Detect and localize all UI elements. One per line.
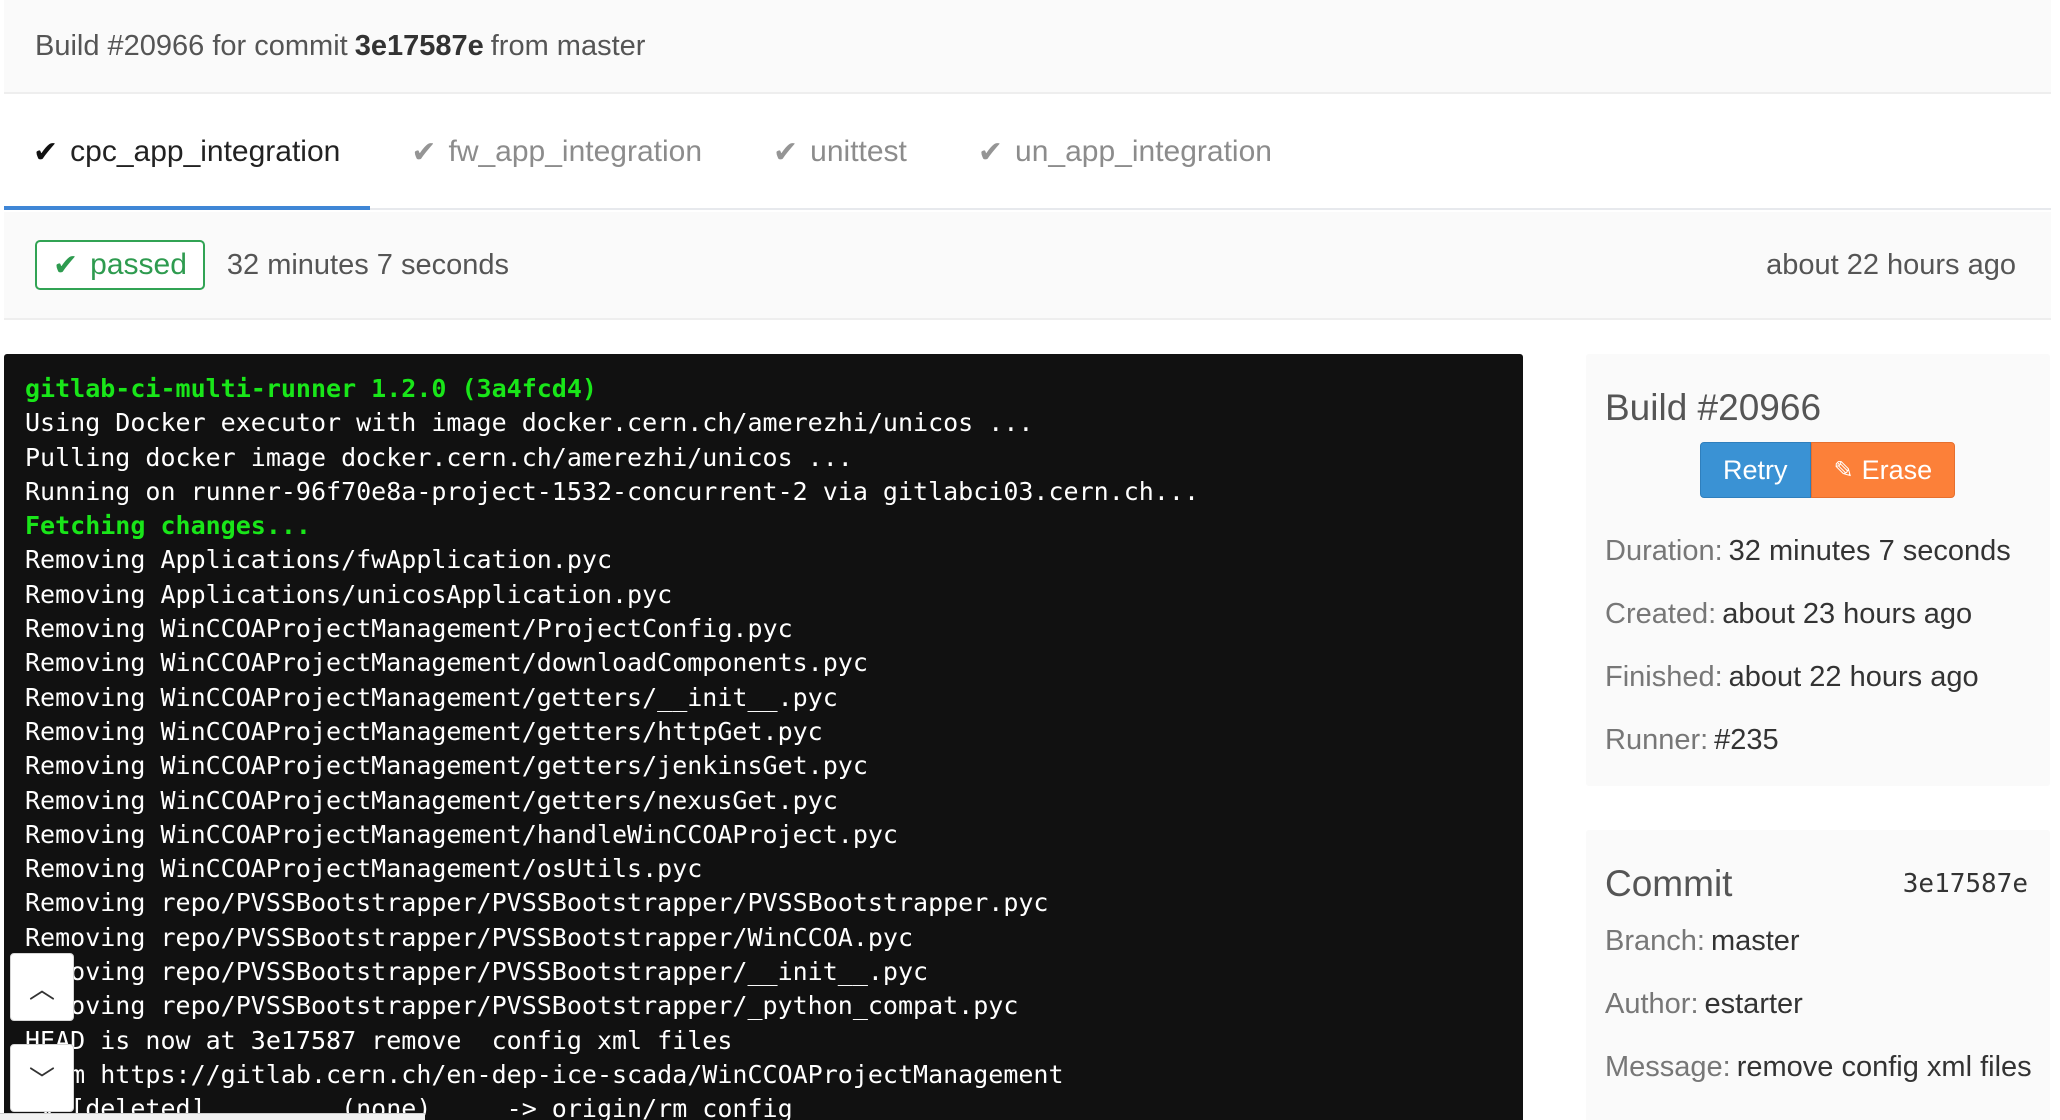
build-header-suffix: from master (490, 29, 646, 62)
terminal-line: gitlab-ci-multi-runner 1.2.0 (3a4fcd4) (25, 374, 597, 403)
build-header-prefix: Build #20966 for commit (35, 29, 348, 62)
info-label: Author: (1605, 988, 1699, 1020)
terminal-line: Pulling docker image docker.cern.ch/amer… (25, 442, 853, 472)
retry-button[interactable]: Retry (1700, 442, 1811, 498)
terminal-line: Removing WinCCOAProjectManagement/getter… (25, 682, 838, 712)
terminal-line: Removing WinCCOAProjectManagement/handle… (25, 819, 898, 849)
check-icon: ✔ (411, 135, 437, 169)
tab-label: fw_app_integration (448, 135, 703, 168)
terminal-line: Removing Applications/fwApplication.pyc (25, 545, 612, 575)
build-page: Build #20966 for commit 3e17587e from ma… (0, 0, 2060, 1120)
commit-title: Commit (1605, 863, 1733, 904)
terminal-line: Removing WinCCOAProjectManagement/getter… (25, 716, 823, 746)
tab-label: un_app_integration (1015, 135, 1272, 168)
info-value: remove config xml files (1736, 1051, 2032, 1083)
info-label: Duration: (1605, 535, 1723, 567)
check-icon: ✔ (977, 135, 1004, 169)
terminal-line: Removing repo/PVSSBootstrapper/PVSSBoots… (25, 888, 1049, 918)
info-finished: Finished: about 22 hours ago (1605, 646, 2050, 709)
scroll-down-button[interactable]: ﹀ (10, 1044, 74, 1112)
tab-label: cpc_app_integration (70, 135, 341, 168)
info-branch: Branch: master (1605, 910, 2050, 973)
check-icon: ✔ (53, 248, 79, 282)
terminal-line: Removing WinCCOAProjectManagement/osUtil… (25, 854, 703, 884)
build-time-ago: about 22 hours ago (1766, 248, 2016, 281)
build-info-panel: Build #20966 Retry ✎ Erase Duration: 32 … (1586, 354, 2050, 786)
info-created: Created: about 23 hours ago (1605, 583, 2050, 646)
terminal-line: Running on runner-96f70e8a-project-1532-… (25, 476, 1199, 506)
terminal-line: Removing repo/PVSSBootstrapper/PVSSBoots… (25, 957, 929, 987)
tab-fw-app-integration[interactable]: ✔ fw_app_integration (382, 96, 732, 208)
erase-button[interactable]: ✎ Erase (1810, 442, 1956, 498)
status-badge-label: passed (90, 248, 187, 281)
commit-sha-link[interactable]: 3e17587e (1903, 869, 2028, 899)
terminal-line: From https://gitlab.cern.ch/en-dep-ice-s… (25, 1059, 1064, 1089)
status-badge: ✔ passed (35, 240, 205, 290)
status-bar: ✔ passed 32 minutes 7 seconds about 22 h… (4, 212, 2051, 320)
info-label: Finished: (1605, 661, 1723, 693)
tab-label: unittest (810, 135, 907, 168)
scroll-up-button[interactable]: ︿ (10, 953, 74, 1021)
info-label: Created: (1605, 598, 1717, 630)
info-message: Message: remove config xml files (1605, 1036, 2050, 1099)
eraser-icon: ✎ (1833, 456, 1854, 484)
info-value: about 23 hours ago (1722, 598, 1973, 630)
terminal-line: Removing WinCCOAProjectManagement/downlo… (25, 648, 868, 678)
info-value: master (1710, 925, 1800, 957)
build-duration: 32 minutes 7 seconds (226, 248, 510, 281)
tab-cpc-app-integration[interactable]: ✔ cpc_app_integration (4, 96, 371, 210)
commit-header: Commit 3e17587e (1605, 858, 2050, 910)
info-value: estarter (1704, 988, 1803, 1020)
terminal-line: HEAD is now at 3e17587 remove config xml… (25, 1025, 733, 1055)
runner-link[interactable]: #235 (1714, 724, 1779, 757)
tab-unittest[interactable]: ✔ unittest (744, 96, 937, 208)
terminal-line: Removing repo/PVSSBootstrapper/PVSSBoots… (25, 922, 914, 952)
chevron-up-icon: ︿ (28, 973, 55, 1004)
status-url-hint (0, 1113, 425, 1120)
tab-un-app-integration[interactable]: ✔ un_app_integration (949, 96, 1302, 208)
info-label: Branch: (1605, 925, 1705, 957)
info-label: Runner: (1605, 724, 1709, 756)
build-trace-terminal[interactable]: gitlab-ci-multi-runner 1.2.0 (3a4fcd4) Us… (4, 354, 1523, 1120)
terminal-line: Removing repo/PVSSBootstrapper/PVSSBoots… (25, 991, 1019, 1021)
build-tabs: ✔ cpc_app_integration ✔ fw_app_integrati… (4, 96, 2051, 210)
chevron-down-icon: ﹀ (28, 1064, 55, 1095)
info-value: about 22 hours ago (1728, 661, 1979, 693)
terminal-line: Fetching changes... (25, 511, 311, 541)
terminal-line: Removing WinCCOAProjectManagement/getter… (25, 785, 838, 815)
build-actions: Retry ✎ Erase (1700, 442, 2050, 498)
commit-link[interactable]: 3e17587e (355, 30, 484, 63)
build-header: Build #20966 for commit 3e17587e from ma… (4, 0, 2051, 94)
check-icon: ✔ (773, 135, 799, 169)
commit-info-panel: Commit 3e17587e Branch: master Author: e… (1586, 830, 2050, 1120)
check-icon: ✔ (33, 135, 59, 169)
info-runner: Runner: #235 (1605, 709, 2050, 772)
info-author: Author: estarter (1605, 973, 2050, 1036)
terminal-line: Removing WinCCOAProjectManagement/Projec… (25, 614, 793, 644)
terminal-line: Removing Applications/unicosApplication.… (25, 579, 673, 609)
build-info-title: Build #20966 (1605, 387, 1822, 428)
info-duration: Duration: 32 minutes 7 seconds (1605, 520, 2050, 583)
info-label: Message: (1605, 1051, 1731, 1083)
terminal-line: Using Docker executor with image docker.… (25, 408, 1034, 438)
erase-button-label: Erase (1861, 454, 1933, 485)
info-value: 32 minutes 7 seconds (1728, 535, 2011, 567)
terminal-line: Removing WinCCOAProjectManagement/getter… (25, 751, 868, 781)
